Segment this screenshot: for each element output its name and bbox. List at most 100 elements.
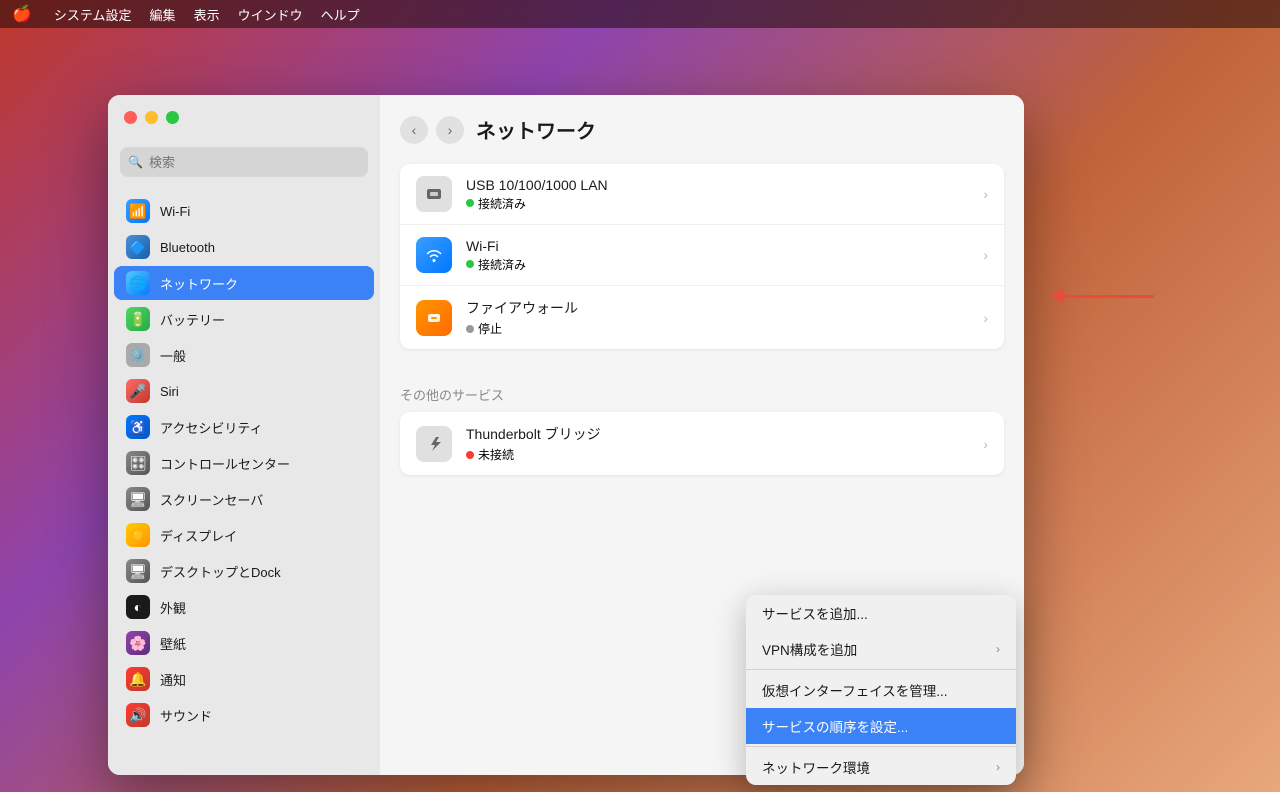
- menu-set-order-label: サービスの順序を設定...: [762, 716, 908, 736]
- thunderbolt-icon: [416, 426, 452, 462]
- network-item-usb-lan[interactable]: USB 10/100/1000 LAN 接続済み ›: [400, 164, 1004, 225]
- network-list: USB 10/100/1000 LAN 接続済み ›: [400, 164, 1004, 349]
- sidebar-label-general: 一般: [160, 346, 186, 365]
- arrow-line: [1064, 295, 1154, 298]
- vpn-submenu-arrow: ›: [996, 642, 1000, 656]
- sidebar-label-wifi: Wi-Fi: [160, 204, 190, 219]
- usb-lan-chevron: ›: [983, 186, 988, 202]
- firewall-name: ファイアウォール: [466, 298, 969, 318]
- thunderbolt-info: Thunderbolt ブリッジ 未接続: [466, 424, 969, 463]
- traffic-lights: [124, 111, 179, 124]
- search-icon: 🔍: [128, 155, 143, 169]
- network-item-thunderbolt[interactable]: Thunderbolt ブリッジ 未接続 ›: [400, 412, 1004, 475]
- menu-manage-virtual-label: 仮想インターフェイスを管理...: [762, 680, 948, 700]
- sidebar-item-accessibility[interactable]: ♿ アクセシビリティ: [114, 410, 374, 444]
- sidebar-label-control-center: コントロールセンター: [160, 454, 290, 473]
- bluetooth-icon: 🔷: [126, 235, 150, 259]
- sidebar-item-notifications[interactable]: 🔔 通知: [114, 662, 374, 696]
- sidebar-item-general[interactable]: ⚙️ 一般: [114, 338, 374, 372]
- nav-header: ‹ › ネットワーク: [400, 115, 1004, 144]
- firewall-icon: [416, 300, 452, 336]
- network-icon: 🌐: [126, 271, 150, 295]
- sidebar-item-network[interactable]: 🌐 ネットワーク: [114, 266, 374, 300]
- search-input[interactable]: [149, 155, 360, 170]
- sidebar-label-display: ディスプレイ: [160, 526, 237, 545]
- sidebar-label-appearance: 外観: [160, 598, 186, 617]
- menubar-system-settings[interactable]: システム設定: [54, 5, 132, 24]
- wallpaper-icon: 🌸: [126, 631, 150, 655]
- wifi-network-status: 接続済み: [466, 256, 969, 273]
- wifi-status-dot: [466, 260, 474, 268]
- menubar: 🍎 システム設定 編集 表示 ウインドウ ヘルプ: [0, 0, 1280, 28]
- sound-icon: 🔊: [126, 703, 150, 727]
- wifi-network-name: Wi-Fi: [466, 238, 969, 254]
- close-button[interactable]: [124, 111, 137, 124]
- usb-lan-status-dot: [466, 199, 474, 207]
- menu-add-vpn[interactable]: VPN構成を追加 ›: [746, 631, 1016, 667]
- sidebar-label-wallpaper: 壁紙: [160, 634, 186, 653]
- sidebar-item-appearance[interactable]: ◐ 外観: [114, 590, 374, 624]
- network-item-wifi[interactable]: Wi-Fi 接続済み ›: [400, 225, 1004, 286]
- accessibility-icon: ♿: [126, 415, 150, 439]
- menu-add-service[interactable]: サービスを追加...: [746, 595, 1016, 631]
- menu-network-env[interactable]: ネットワーク環境 ›: [746, 749, 1016, 785]
- main-content: ‹ › ネットワーク USB 10/100/1000 LAN 接続済み: [380, 95, 1024, 775]
- menu-separator-2: [746, 746, 1016, 747]
- general-icon: ⚙️: [126, 343, 150, 367]
- menubar-help[interactable]: ヘルプ: [321, 5, 360, 24]
- wifi-network-icon: [416, 237, 452, 273]
- arrow-head: [1050, 288, 1064, 304]
- usb-lan-icon: [416, 176, 452, 212]
- sidebar-item-display[interactable]: ☀️ ディスプレイ: [114, 518, 374, 552]
- system-preferences-window: 🔍 📶 Wi-Fi 🔷 Bluetooth 🌐 ネットワーク 🔋 バッテリー ⚙…: [108, 95, 1024, 775]
- appearance-icon: ◐: [126, 595, 150, 619]
- notifications-icon: 🔔: [126, 667, 150, 691]
- menu-network-env-label: ネットワーク環境: [762, 757, 870, 777]
- menubar-view[interactable]: 表示: [194, 5, 220, 24]
- menu-manage-virtual[interactable]: 仮想インターフェイスを管理...: [746, 672, 1016, 708]
- menubar-edit[interactable]: 編集: [150, 5, 176, 24]
- sidebar-label-network: ネットワーク: [160, 274, 238, 293]
- page-title: ネットワーク: [476, 115, 596, 144]
- sidebar-item-screensaver[interactable]: 🖥 スクリーンセーバ: [114, 482, 374, 516]
- firewall-chevron: ›: [983, 310, 988, 326]
- menubar-window[interactable]: ウインドウ: [238, 5, 303, 24]
- network-item-firewall[interactable]: ファイアウォール 停止 ›: [400, 286, 1004, 349]
- apple-menu[interactable]: 🍎: [12, 4, 32, 24]
- menu-set-order[interactable]: サービスの順序を設定...: [746, 708, 1016, 744]
- context-menu: サービスを追加... VPN構成を追加 › 仮想インターフェイスを管理... サ…: [746, 595, 1016, 785]
- usb-lan-status: 接続済み: [466, 195, 969, 212]
- sidebar-item-bluetooth[interactable]: 🔷 Bluetooth: [114, 230, 374, 264]
- wifi-status-text: 接続済み: [478, 256, 526, 273]
- sidebar-item-siri[interactable]: 🎤 Siri: [114, 374, 374, 408]
- sidebar-label-dock: デスクトップとDock: [160, 562, 281, 581]
- sidebar-item-dock[interactable]: 🖥 デスクトップとDock: [114, 554, 374, 588]
- minimize-button[interactable]: [145, 111, 158, 124]
- sidebar-item-control-center[interactable]: 🎛 コントロールセンター: [114, 446, 374, 480]
- back-button[interactable]: ‹: [400, 116, 428, 144]
- sidebar: 🔍 📶 Wi-Fi 🔷 Bluetooth 🌐 ネットワーク 🔋 バッテリー ⚙…: [108, 95, 380, 775]
- menu-add-vpn-label: VPN構成を追加: [762, 639, 857, 659]
- wifi-chevron: ›: [983, 247, 988, 263]
- sidebar-item-sound[interactable]: 🔊 サウンド: [114, 698, 374, 732]
- forward-button[interactable]: ›: [436, 116, 464, 144]
- sidebar-label-sound: サウンド: [160, 706, 212, 725]
- sidebar-item-wifi[interactable]: 📶 Wi-Fi: [114, 194, 374, 228]
- search-bar[interactable]: 🔍: [120, 147, 368, 177]
- menu-separator-1: [746, 669, 1016, 670]
- wifi-icon: 📶: [126, 199, 150, 223]
- usb-lan-info: USB 10/100/1000 LAN 接続済み: [466, 177, 969, 212]
- control-center-icon: 🎛: [126, 451, 150, 475]
- usb-lan-name: USB 10/100/1000 LAN: [466, 177, 969, 193]
- display-icon: ☀️: [126, 523, 150, 547]
- other-services-title: その他のサービス: [400, 385, 1004, 404]
- sidebar-item-wallpaper[interactable]: 🌸 壁紙: [114, 626, 374, 660]
- fullscreen-button[interactable]: [166, 111, 179, 124]
- dock-icon: 🖥: [126, 559, 150, 583]
- siri-icon: 🎤: [126, 379, 150, 403]
- sidebar-item-battery[interactable]: 🔋 バッテリー: [114, 302, 374, 336]
- usb-lan-status-text: 接続済み: [478, 195, 526, 212]
- firewall-status-dot: [466, 325, 474, 333]
- sidebar-label-siri: Siri: [160, 384, 179, 399]
- thunderbolt-chevron: ›: [983, 436, 988, 452]
